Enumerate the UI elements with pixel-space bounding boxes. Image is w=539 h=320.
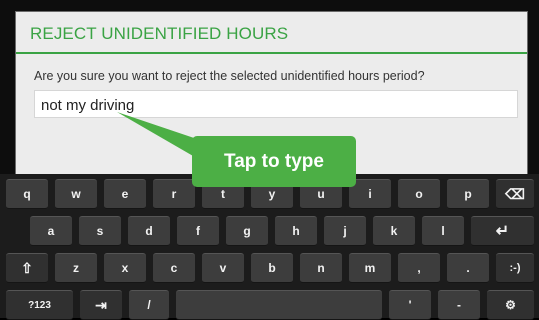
tap-to-type-callout: Tap to type bbox=[192, 136, 356, 187]
